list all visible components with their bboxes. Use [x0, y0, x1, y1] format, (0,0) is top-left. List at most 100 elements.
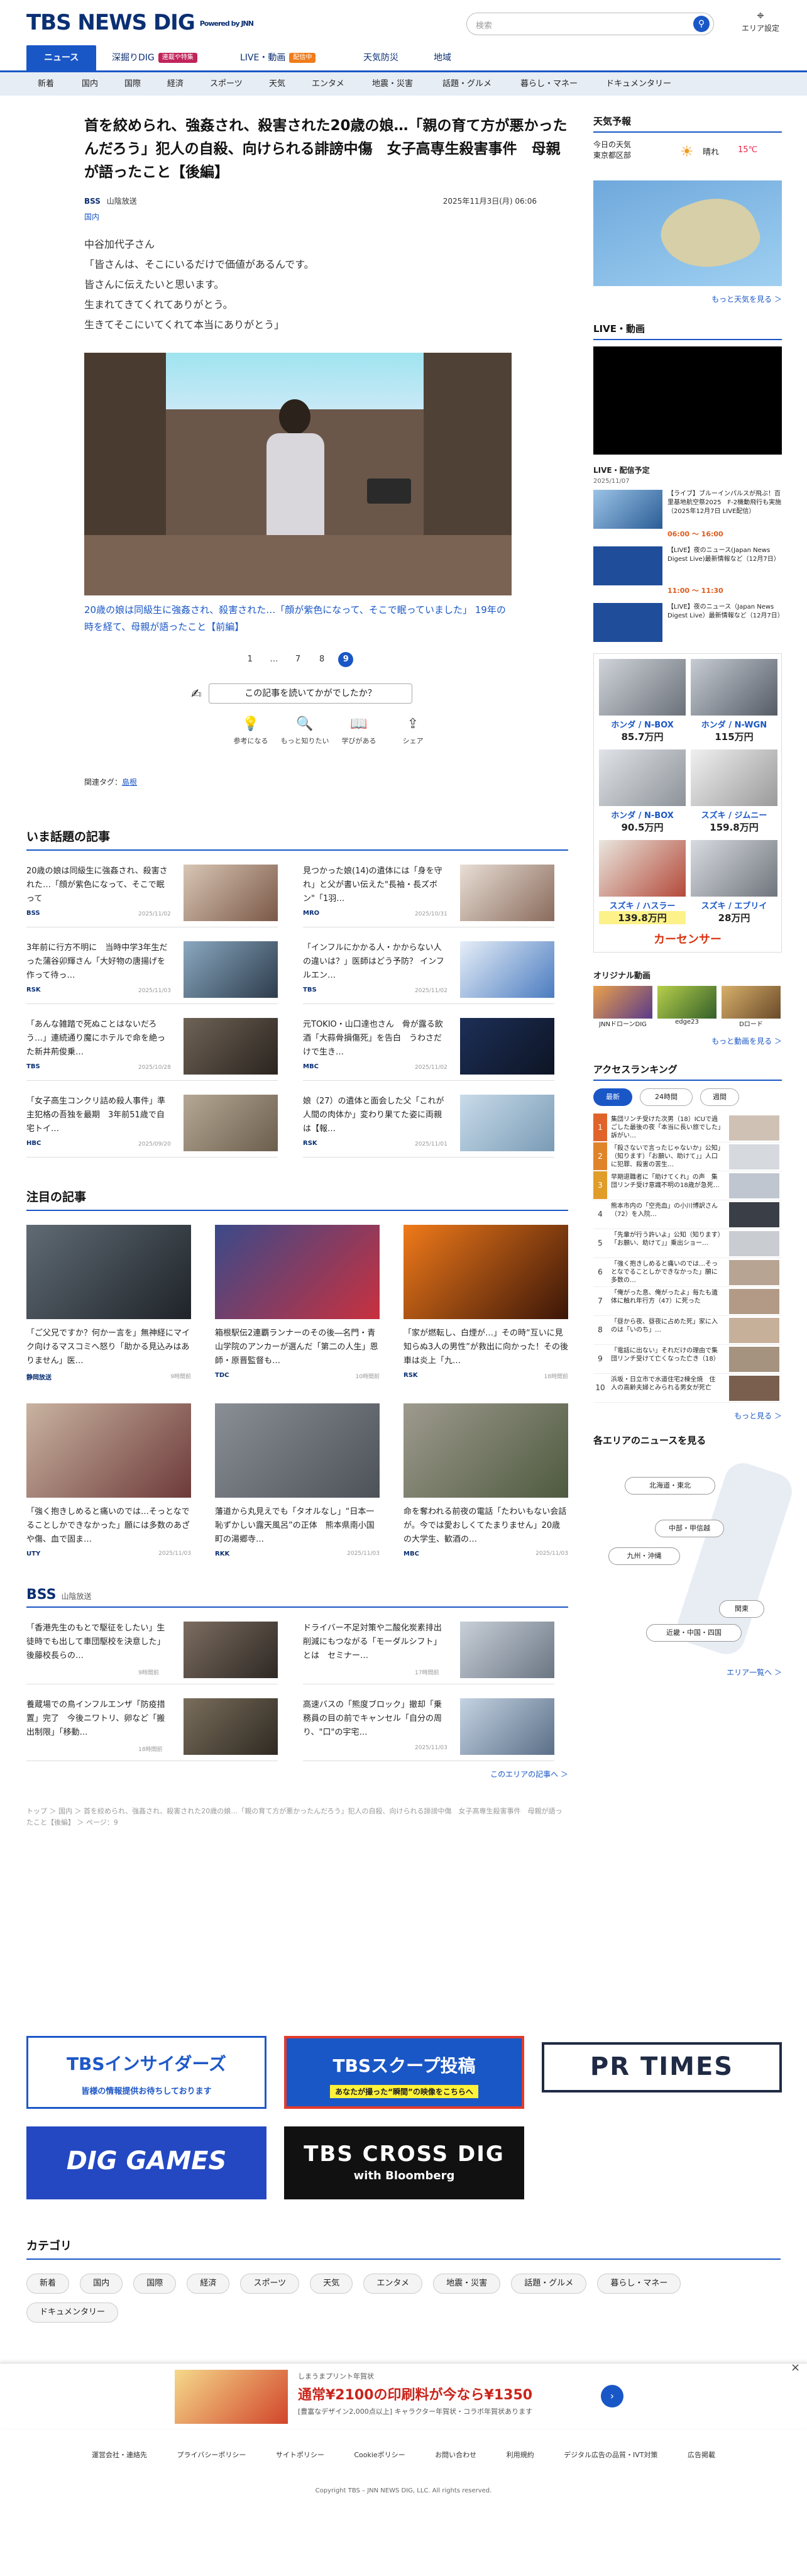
ranking-tab-latest[interactable]: 最新	[593, 1088, 632, 1106]
car-ad-item[interactable]: ホンダ / N-BOX 90.5万円	[599, 749, 686, 834]
ranking-item[interactable]: 10 浜坂・日立市で水道住宅2棟全焼 住人の高齢夫婦とみられる男女が死亡	[593, 1374, 782, 1403]
live-item[interactable]: 【LIVE】夜のニュース（Japan News Digest Live）最新情報…	[593, 603, 782, 648]
chip-entertainment[interactable]: エンタメ	[363, 2274, 423, 2294]
chip-weather[interactable]: 天気	[310, 2274, 353, 2294]
trending-card[interactable]: 「インフルにかかる人・かからない人の違いは？」医師はどう予防？ インフルエン… T…	[303, 941, 554, 1004]
reaction-more[interactable]: 🔍 もっと知りたい	[277, 716, 333, 746]
source-logo[interactable]: BSS	[84, 197, 101, 206]
ranking-item[interactable]: 9 「電話に出ない」それだけの理由で集団リンチ受けて亡くなった亡き（18）	[593, 1345, 782, 1374]
car-ad-item[interactable]: スズキ / エブリイ 28万円	[691, 840, 777, 924]
featured-card[interactable]: 藩道から丸見えでも「タオルなし」“日本一恥ずかしい露天風呂”の正体 熊本県南小国…	[215, 1403, 380, 1561]
live-player[interactable]	[593, 346, 782, 455]
live-item[interactable]: 【ライブ】ブルーインパルスが飛ぶ！百里基地航空祭2025 F-2機動飛行も実施（…	[593, 490, 782, 546]
page-9-current[interactable]: 9	[338, 652, 354, 667]
footer-link[interactable]: 運営会社・連絡先	[92, 2451, 147, 2459]
weather-today[interactable]: 今日の天気 東京都区部 ☀ 晴れ 15℃	[593, 139, 782, 177]
cat-nav-gourmet[interactable]: 話題・グルメ	[442, 72, 491, 96]
chip-economy[interactable]: 経済	[187, 2274, 230, 2294]
footer-link[interactable]: 利用規約	[507, 2451, 534, 2459]
footer-link[interactable]: お問い合わせ	[435, 2451, 476, 2459]
page-7[interactable]: 7	[290, 652, 305, 667]
search-box[interactable]: 検索 ⚲	[466, 13, 714, 35]
local-card[interactable]: 高速バスの「熊度ブロック」撤却「乗務員の目の前でキャンセル「自分の周り、"口"の…	[303, 1698, 554, 1761]
footer-link[interactable]: デジタル広告の品質・IVT対策	[564, 2451, 657, 2459]
footer-link[interactable]: サイトポリシー	[276, 2451, 324, 2459]
area-setting-button[interactable]: ⌖ エリア設定	[737, 8, 784, 33]
ranking-item[interactable]: 2 「殺さないで言ったじゃないか」公知」（知ります）「お願い、助けて」」人口に犯罪…	[593, 1142, 782, 1171]
car-ad-item[interactable]: スズキ / ジムニー 159.8万円	[691, 749, 777, 834]
cat-nav-money[interactable]: 暮らし・マネー	[520, 72, 578, 96]
local-card[interactable]: 養蔵場での鳥インフルエンザ「防疫措置」完了 今後ニワトリ、卵など「搬出制限」「移…	[26, 1698, 278, 1761]
chip-disaster[interactable]: 地震・災害	[433, 2274, 501, 2294]
ranking-item[interactable]: 8 「昼から夜、昼夜に占めた死」家に入のは「いのち」…	[593, 1316, 782, 1345]
region-kinki[interactable]: 近畿・中国・四国	[646, 1624, 742, 1642]
banner-cross-dig[interactable]: TBS CROSS DIG with Bloomberg	[284, 2126, 524, 2199]
cat-nav-documentary[interactable]: ドキュメンタリー	[606, 72, 671, 96]
footer-link[interactable]: プライバシーポリシー	[177, 2451, 246, 2459]
car-ad-item[interactable]: スズキ / ハスラー 139.8万円	[599, 840, 686, 924]
cat-nav-entertainment[interactable]: エンタメ	[312, 72, 344, 96]
share-button[interactable]: ⇪ シェア	[385, 716, 441, 746]
cat-nav-new[interactable]: 新着	[38, 72, 54, 96]
tag-shimane[interactable]: 島根	[122, 778, 137, 787]
featured-card[interactable]: 「ご父兄ですか？何かー言を」無神経にマイク向けるマスコミへ怒り「助かる見込みはあ…	[26, 1225, 191, 1382]
original-video-item[interactable]: edge23	[657, 986, 716, 1028]
trending-card[interactable]: 見つかった娘(14)の遺体には「身を守れ」と父が書い伝えた"長袖・長ズボン"「1…	[303, 865, 554, 927]
car-ad-item[interactable]: ホンダ / N-WGN 115万円	[691, 659, 777, 743]
local-card[interactable]: 「香港先生のもとで駆征をしたい」生徒時でも出して車団駆校を決意した」後藤校長らの…	[26, 1622, 278, 1684]
footer-link[interactable]: Cookieポリシー	[354, 2451, 405, 2459]
local-card[interactable]: ドライバー不足対策や二酸化炭素排出削減にもつながる「モーダルシフト」とは セミナ…	[303, 1622, 554, 1684]
chip-gourmet[interactable]: 話題・グルメ	[511, 2274, 587, 2294]
chip-sports[interactable]: スポーツ	[240, 2274, 300, 2294]
cat-nav-economy[interactable]: 経済	[167, 72, 184, 96]
area-more-link[interactable]: エリア一覧へ ＞	[593, 1667, 782, 1678]
banner-dig-games[interactable]: DIG GAMES	[26, 2126, 266, 2199]
trending-card[interactable]: 元TOKIO・山口達也さん 骨が露る飲酒「大蒜骨損傷死」を告白 うわさだけで生き…	[303, 1018, 554, 1081]
video-more-link[interactable]: もっと動画を見る ＞	[593, 1036, 782, 1046]
local-src-logo[interactable]: BSS	[26, 1587, 56, 1603]
chip-domestic[interactable]: 国内	[80, 2274, 123, 2294]
car-ad[interactable]: ホンダ / N-BOX 85.7万円 ホンダ / N-WGN 115万円 ホンダ /…	[593, 653, 782, 953]
trending-card[interactable]: 20歳の娘は同級生に強姦され、殺害された…「顔が紫色になって、そこで眠って BSS…	[26, 865, 278, 927]
featured-card[interactable]: 「強く抱きしめると痛いのでは…そっとなでることしかできなかった」願には多数のあざ…	[26, 1403, 191, 1561]
chip-money[interactable]: 暮らし・マネー	[597, 2274, 681, 2294]
trending-card[interactable]: 3年前に行方不明に 当時中学3年生だった蒲谷卯輝さん「大好物の唐揚げを作って待っ…	[26, 941, 278, 1004]
breadcrumb[interactable]: トップ ＞ 国内 ＞ 首を絞められ、強姦され、殺害された20歳の娘…「親の育て方…	[26, 1806, 568, 1828]
reaction-learn[interactable]: 📖 学びがある	[331, 716, 387, 746]
ranking-item[interactable]: 5 「先輩が行う許いよ」公知（知ります）「お願い、助けて」」乗出ショー…	[593, 1229, 782, 1258]
local-more-link[interactable]: このエリアの記事へ ＞	[26, 1769, 568, 1779]
original-video-item[interactable]: Dロード	[722, 986, 781, 1028]
ranking-item[interactable]: 6 「強く抱きしめると痛いのでは…そっとなでることしかできなかった」願に多数の…	[593, 1258, 782, 1287]
live-item[interactable]: 【LIVE】夜のニュース(Japan News Digest Live)最新情報…	[593, 546, 782, 603]
weather-more-link[interactable]: もっと天気を見る ＞	[593, 294, 782, 304]
ranking-item[interactable]: 7 「俺がった息、俺がったよ」毎たも遺体に触れ年行方（47）に死った	[593, 1287, 782, 1316]
ranking-tab-week[interactable]: 週間	[700, 1088, 739, 1106]
ranking-item[interactable]: 1 集団リンチ受けた次男（18）ICUで過ごした最後の夜「本当に長い旅でした」訴が…	[593, 1114, 782, 1142]
photo-caption-link[interactable]: 20歳の娘は同級生に強姦され、殺害された…「顔が紫色になって、そこで眠っていまし…	[84, 602, 512, 636]
tab-news[interactable]: ニュース	[26, 45, 97, 70]
close-icon[interactable]: ×	[791, 2361, 800, 2374]
cat-nav-domestic[interactable]: 国内	[82, 72, 98, 96]
footer-link[interactable]: 広告掲載	[688, 2451, 715, 2459]
featured-card[interactable]: 命を奪われる前夜の電話「たわいもない会話が。今では愛おしくてたまりません」20歳…	[404, 1403, 568, 1561]
chip-new[interactable]: 新着	[26, 2274, 70, 2294]
featured-card[interactable]: 箱根駅伝2連覇ランナーのその後―名門・青山学院のアンカーが選んだ「第二の人生」恩…	[215, 1225, 380, 1382]
trending-card[interactable]: 「女子高生コンクリ詰め殺人事件」準主犯格の吾独を最期 3年前51歳で自宅トイ… H…	[26, 1095, 278, 1158]
bottom-ad-bar[interactable]: しまうまプリント年賀状 通常¥2100の印刷料が今なら¥1350 [豊富なデザイ…	[0, 2361, 807, 2428]
chip-documentary[interactable]: ドキュメンタリー	[26, 2302, 119, 2323]
article-category[interactable]: 国内	[84, 211, 537, 222]
ranking-tab-24h[interactable]: 24時間	[640, 1088, 693, 1106]
car-ad-item[interactable]: ホンダ / N-BOX 85.7万円	[599, 659, 686, 743]
cat-nav-disaster[interactable]: 地震・災害	[372, 72, 413, 96]
page-1[interactable]: 1	[243, 652, 258, 667]
featured-card[interactable]: 「家が燃転し、白煙が…」その時“互いに見知らぬ3人の男性”が救出に向かった！その…	[404, 1225, 568, 1382]
cat-nav-international[interactable]: 国際	[124, 72, 141, 96]
tab-region[interactable]: 地域	[434, 45, 451, 70]
banner-prtimes[interactable]: PR TIMES	[542, 2042, 782, 2092]
site-logo[interactable]: TBS NEWS DIG Powered by JNN	[26, 10, 254, 35]
tab-dig[interactable]: 深掘りDIG 連載や特集	[112, 45, 197, 70]
chip-international[interactable]: 国際	[133, 2274, 177, 2294]
ranking-item[interactable]: 4 熊本市内の「空売血」の小川博訳さん（72）を入院…	[593, 1200, 782, 1229]
search-input[interactable]: 検索	[476, 19, 492, 31]
region-hokkaido-tohoku[interactable]: 北海道・東北	[625, 1477, 715, 1495]
